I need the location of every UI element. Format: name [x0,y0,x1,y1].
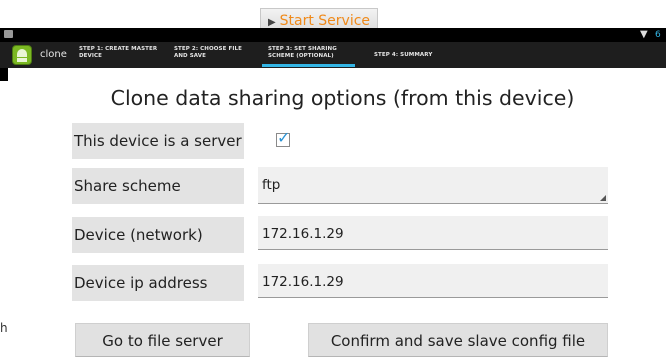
check-icon: ✓ [277,128,291,147]
server-label: This device is a server [72,123,244,159]
app-name: clone [40,49,67,60]
device-ip-input[interactable]: 172.16.1.29 [258,264,608,298]
edge-bar [0,68,8,81]
confirm-save-config-button[interactable]: Confirm and save slave config file [308,323,608,357]
share-scheme-label: Share scheme [72,168,244,204]
device-name-input[interactable]: 172.16.1.29 [258,216,608,250]
device-name-label: Device (network) name [72,217,244,280]
page-title: Clone data sharing options (from this de… [110,86,575,110]
go-to-file-server-button[interactable]: Go to file server [75,323,250,357]
share-scheme-select[interactable]: ftp [258,167,608,204]
share-scheme-value: ftp [262,177,281,193]
step-4-tab[interactable]: STEP 4: SUMMARY [374,52,456,59]
active-step-indicator [262,64,355,67]
server-checkbox[interactable]: ✓ [276,129,290,147]
step-1-tab[interactable]: STEP 1: CREATE MASTER DEVICE [79,46,161,59]
device-ip-label: Device ip address [72,265,244,301]
start-service-label: Start Service [279,13,371,29]
android-app-icon[interactable] [12,45,32,65]
edge-text: h [0,321,8,335]
dropdown-corner-icon [600,195,606,201]
play-icon: ▶ [267,17,276,28]
wifi-icon: ▼ [640,29,648,40]
step-3-tab[interactable]: STEP 3: SET SHARING SCHEME (OPTIONAL) [268,46,354,59]
step-2-tab[interactable]: STEP 2: CHOOSE FILE AND SAVE [174,46,256,59]
status-bar: ▼ 6 [0,28,666,42]
android-notification-icon [4,30,13,38]
clock-partial: 6 [655,30,661,40]
